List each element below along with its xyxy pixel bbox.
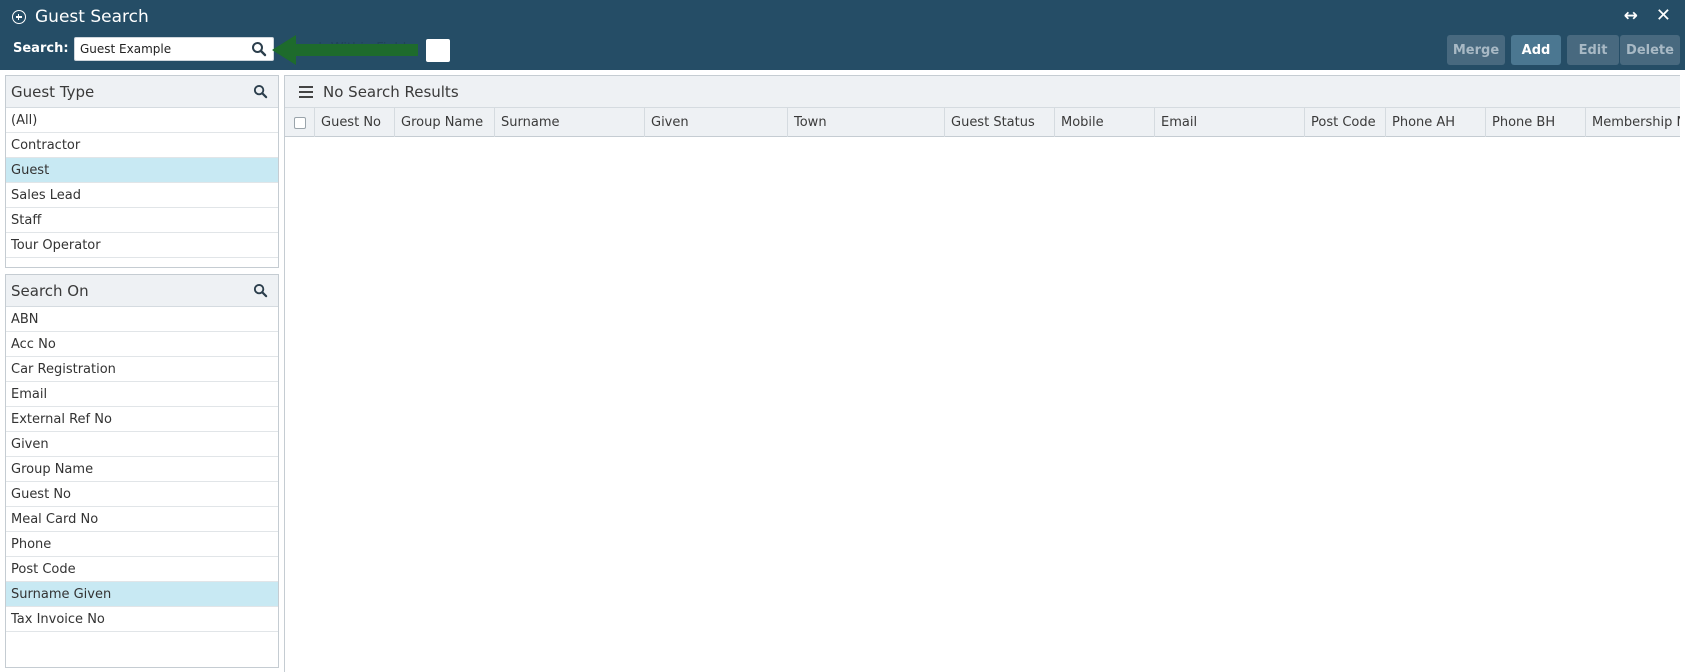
search-on-item-abn[interactable]: ABN [6,307,278,332]
search-icon[interactable] [251,41,267,57]
guest-type-item-staff[interactable]: Staff [6,208,278,233]
guest-type-header: Guest Type [6,76,278,108]
column-header-guest-status[interactable]: Guest Status [945,108,1055,137]
search-on-title: Search On [11,281,89,300]
guest-type-item-guest[interactable]: Guest [6,158,278,183]
column-header-phone-bh[interactable]: Phone BH [1486,108,1586,137]
search-input[interactable] [80,40,246,58]
results-header: No Search Results [285,76,1680,108]
search-on-item-acc-no[interactable]: Acc No [6,332,278,357]
guest-type-item-all[interactable]: (All) [6,108,278,133]
search-icon[interactable] [253,84,268,99]
window-title: Guest Search [35,7,149,27]
hamburger-menu-icon[interactable] [299,85,313,98]
search-on-item-surname-given[interactable]: Surname Given [6,582,278,607]
column-header-mobile[interactable]: Mobile [1055,108,1155,137]
close-icon[interactable]: ✕ [1656,6,1671,26]
search-on-item-car-registration[interactable]: Car Registration [6,357,278,382]
search-on-item-group-name[interactable]: Group Name [6,457,278,482]
search-box [74,37,274,61]
column-header-email[interactable]: Email [1155,108,1305,137]
guest-type-panel: Guest Type (All) Contractor Guest Sales … [5,75,279,268]
column-header-town[interactable]: Town [788,108,945,137]
column-header-membership-no[interactable]: Membership No [1586,108,1680,137]
search-on-item-tax-invoice-no[interactable]: Tax Invoice No [6,607,278,632]
search-on-item-meal-card-no[interactable]: Meal Card No [6,507,278,532]
column-header-guest-no[interactable]: Guest No [315,108,395,137]
column-header-phone-ah[interactable]: Phone AH [1386,108,1486,137]
title-row: Guest Search [12,7,149,27]
search-on-header: Search On [6,275,278,307]
add-button[interactable]: Add [1511,35,1561,65]
guest-type-item-tour-operator[interactable]: Tour Operator [6,233,278,258]
merge-button[interactable]: Merge [1447,35,1505,65]
column-header-given[interactable]: Given [645,108,788,137]
window-header: Guest Search ↔ ✕ Search: Search Within F… [0,0,1685,70]
search-on-item-given[interactable]: Given [6,432,278,457]
search-within-field-checkbox[interactable] [426,39,450,62]
column-header-post-code[interactable]: Post Code [1305,108,1386,137]
column-header-group-name[interactable]: Group Name [395,108,495,137]
expand-icon[interactable]: ↔ [1624,6,1638,26]
search-label: Search: [13,41,69,56]
guest-type-title: Guest Type [11,82,95,101]
search-on-item-external-ref-no[interactable]: External Ref No [6,407,278,432]
search-on-item-guest-no[interactable]: Guest No [6,482,278,507]
annotation-arrow-icon [272,35,418,65]
window-controls: ↔ ✕ [1624,6,1671,27]
guest-type-item-sales-lead[interactable]: Sales Lead [6,183,278,208]
results-panel: No Search Results Guest No Group Name Su… [284,75,1680,672]
edit-button[interactable]: Edit [1567,35,1619,65]
search-on-item-phone[interactable]: Phone [6,532,278,557]
search-on-item-email[interactable]: Email [6,382,278,407]
plus-circle-icon[interactable] [12,10,26,24]
search-on-item-post-code[interactable]: Post Code [6,557,278,582]
select-all-checkbox[interactable] [293,116,306,129]
guest-type-item-contractor[interactable]: Contractor [6,133,278,158]
results-column-header-row: Guest No Group Name Surname Given Town G… [285,108,1680,137]
delete-button[interactable]: Delete [1620,35,1680,65]
search-on-panel: Search On ABN Acc No Car Registration Em… [5,274,279,668]
column-header-surname[interactable]: Surname [495,108,645,137]
search-icon[interactable] [253,283,268,298]
results-title: No Search Results [323,82,459,101]
select-all-cell [285,108,315,137]
